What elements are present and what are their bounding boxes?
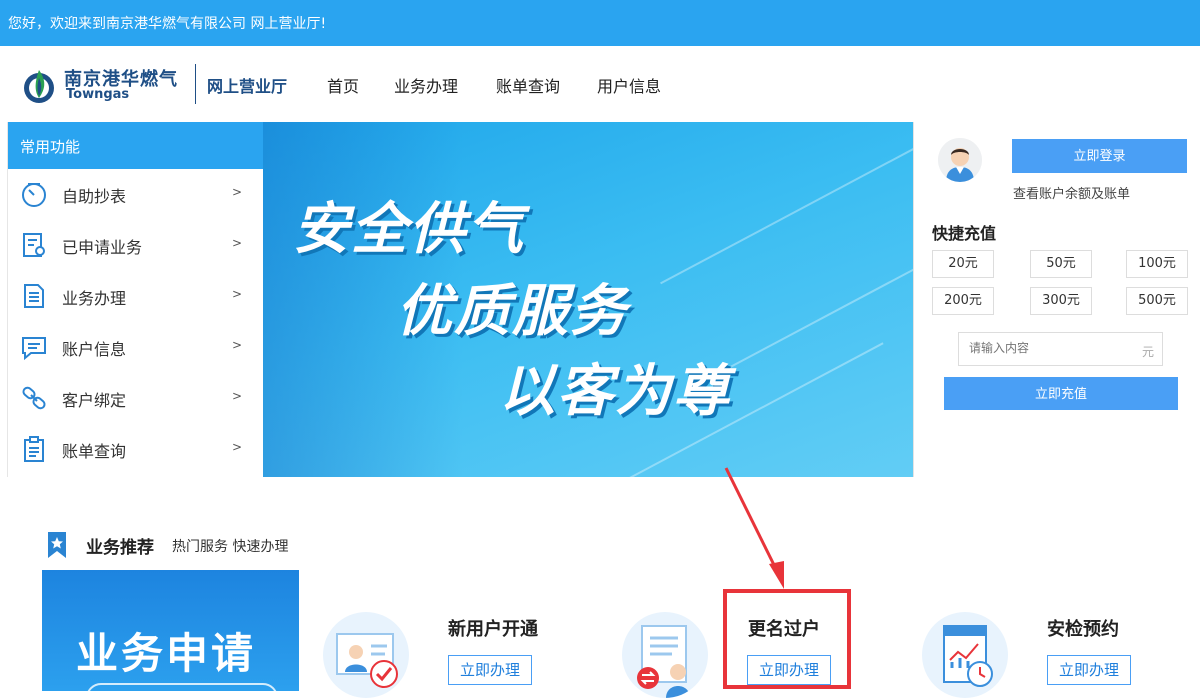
sidebar-item-label: 业务办理 — [62, 289, 127, 308]
link-icon — [22, 386, 46, 410]
form-icon — [23, 233, 45, 257]
avatar — [938, 138, 982, 182]
flame-logo-icon — [24, 70, 54, 103]
bookmark-star-icon — [48, 532, 66, 558]
account-panel: 立即登录 查看账户余额及账单 快捷充值 20元 50元 100元 200元 30… — [913, 122, 1200, 477]
welcome-bar: 您好，欢迎来到南京港华燃气有限公司 网上营业厅! — [0, 0, 1200, 46]
recharge-button[interactable]: 立即充值 — [944, 377, 1178, 410]
recommend-subtitle: 热门服务 快速办理 — [172, 539, 289, 555]
amount-option-20[interactable]: 20元 — [932, 250, 994, 278]
apply-card-pill — [86, 683, 278, 691]
logo-subtitle: 网上营业厅 — [207, 77, 288, 96]
banner-slogan-1: 安全供气 — [293, 197, 525, 262]
sidebar-title: 常用功能 — [20, 138, 81, 156]
sidebar: 常用功能 自助抄表 > 已申请业务 > 业务办理 > 账户信息 > 客户绑定 >… — [7, 122, 264, 477]
view-balance-link[interactable]: 查看账户余额及账单 — [1013, 183, 1130, 202]
new-user-icon — [323, 612, 409, 698]
amount-option-50[interactable]: 50元 — [1030, 250, 1092, 278]
amount-option-300[interactable]: 300元 — [1030, 287, 1092, 315]
sidebar-item-business[interactable]: 业务办理 > — [8, 271, 264, 322]
chat-icon — [22, 337, 46, 361]
sidebar-item-label: 自助抄表 — [62, 187, 127, 206]
amount-option-200[interactable]: 200元 — [932, 287, 994, 315]
sidebar-item-bills[interactable]: 账单查询 > — [8, 424, 264, 475]
recharge-amount-field[interactable]: 元 — [958, 332, 1163, 366]
chevron-right-icon: > — [232, 389, 243, 403]
sidebar-item-label: 账户信息 — [62, 340, 127, 359]
banner-light-streak — [660, 141, 913, 285]
business-apply-card[interactable]: 业务申请 — [42, 570, 299, 691]
sidebar-item-label: 账单查询 — [62, 442, 127, 461]
report-icon — [922, 612, 1008, 698]
sidebar-item-applied[interactable]: 已申请业务 > — [8, 220, 264, 271]
nav-bills[interactable]: 账单查询 — [496, 73, 560, 97]
amount-unit: 元 — [1141, 345, 1154, 359]
chevron-right-icon: > — [232, 236, 243, 250]
amount-option-500[interactable]: 500元 — [1126, 287, 1188, 315]
service-safety-check-title: 安检预约 — [1047, 619, 1119, 640]
sidebar-item-label: 已申请业务 — [62, 238, 143, 257]
apply-card-title: 业务申请 — [76, 629, 257, 678]
recharge-amount-input[interactable] — [969, 341, 1129, 355]
logo-divider — [195, 64, 196, 104]
nav-user-info[interactable]: 用户信息 — [597, 73, 661, 97]
logo-english-name: Towngas — [66, 87, 130, 102]
login-button[interactable]: 立即登录 — [1012, 139, 1187, 173]
hero-banner[interactable]: 安全供气 优质服务 以客为尊 — [263, 122, 913, 477]
chevron-right-icon: > — [232, 287, 243, 301]
banner-slogan-3: 以客为尊 — [499, 359, 731, 424]
chevron-right-icon: > — [232, 338, 243, 352]
header: 南京港华燃气 Towngas 网上营业厅 首页 业务办理 账单查询 用户信息 — [0, 46, 1200, 122]
amount-option-100[interactable]: 100元 — [1126, 250, 1188, 278]
sidebar-header: 常用功能 — [8, 122, 264, 169]
document-icon — [24, 284, 44, 308]
banner-slogan-2: 优质服务 — [396, 279, 628, 344]
user-avatar-icon — [938, 138, 982, 182]
sidebar-item-account[interactable]: 账户信息 > — [8, 322, 264, 373]
welcome-text: 您好，欢迎来到南京港华燃气有限公司 网上营业厅! — [8, 16, 327, 32]
sidebar-item-label: 客户绑定 — [62, 391, 127, 410]
new-user-handle-button[interactable]: 立即办理 — [448, 655, 532, 685]
transfer-icon — [622, 612, 708, 698]
logo[interactable]: 南京港华燃气 Towngas 网上营业厅 — [22, 64, 312, 106]
safety-check-handle-button[interactable]: 立即办理 — [1047, 655, 1131, 685]
annotation-highlight-box — [723, 589, 851, 689]
chevron-right-icon: > — [232, 185, 243, 199]
clipboard-icon — [24, 436, 44, 462]
dial-icon — [22, 183, 46, 207]
nav-home[interactable]: 首页 — [327, 73, 359, 97]
sidebar-item-self-reading[interactable]: 自助抄表 > — [8, 169, 264, 220]
service-new-user-title: 新用户开通 — [448, 619, 538, 640]
quick-recharge-title: 快捷充值 — [932, 224, 997, 243]
nav-business[interactable]: 业务办理 — [394, 73, 458, 97]
sidebar-item-binding[interactable]: 客户绑定 > — [8, 373, 264, 424]
chevron-right-icon: > — [232, 440, 243, 454]
recommend-title: 业务推荐 — [86, 538, 154, 558]
